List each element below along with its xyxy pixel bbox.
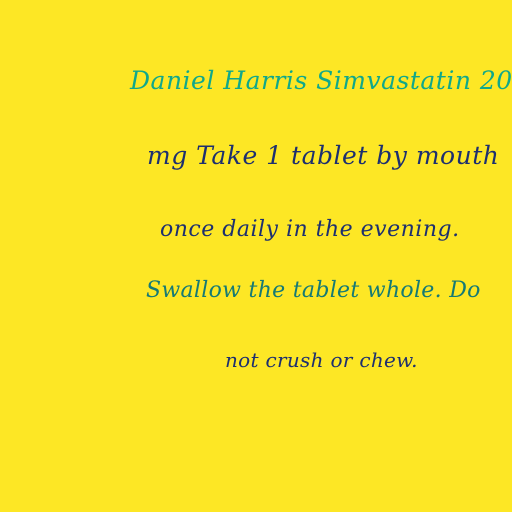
dosage-instruction-line-4: not crush or chew. (225, 348, 418, 372)
dosage-instruction-line-2: once daily in the evening. (160, 217, 460, 242)
dosage-instruction-line-3: Swallow the tablet whole. Do (146, 278, 481, 303)
patient-drug-heading: Daniel Harris Simvastatin 20 (130, 66, 512, 95)
dosage-instruction-line-1: mg Take 1 tablet by mouth (147, 141, 500, 170)
